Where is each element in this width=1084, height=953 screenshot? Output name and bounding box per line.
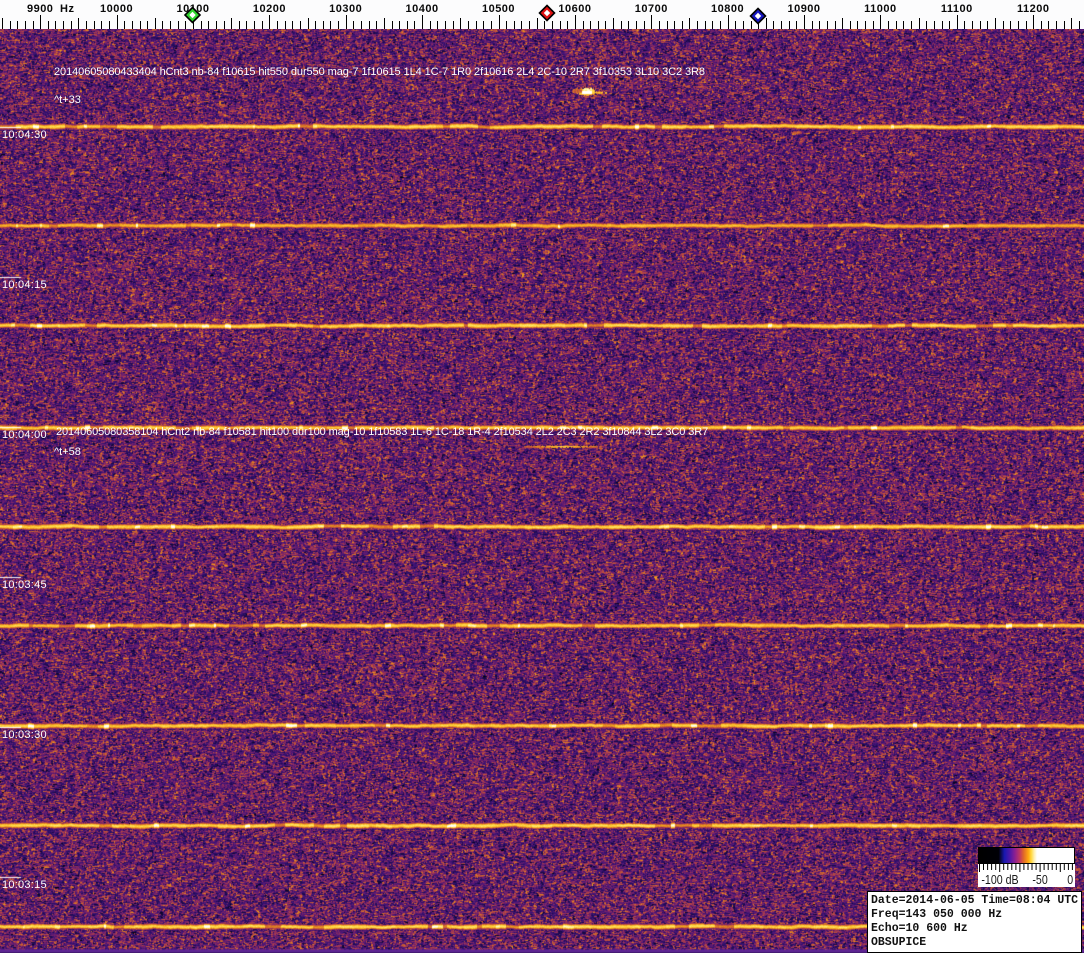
svg-text:11200: 11200 <box>1017 3 1049 15</box>
svg-text:0: 0 <box>1067 873 1073 887</box>
svg-text:-100 dB: -100 dB <box>981 873 1018 887</box>
svg-text:10200: 10200 <box>253 3 286 15</box>
svg-text:10900: 10900 <box>787 3 820 15</box>
svg-text:11000: 11000 <box>864 3 896 15</box>
svg-text:10800: 10800 <box>711 3 744 15</box>
svg-text:10500: 10500 <box>482 3 515 15</box>
svg-text:11100: 11100 <box>941 3 973 15</box>
svg-text:-50: -50 <box>1032 873 1047 887</box>
svg-text:Hz: Hz <box>60 3 74 15</box>
svg-text:10400: 10400 <box>406 3 439 15</box>
svg-text:9900: 9900 <box>27 3 53 15</box>
svg-text:10600: 10600 <box>558 3 591 15</box>
svg-text:10700: 10700 <box>635 3 668 15</box>
svg-text:10000: 10000 <box>100 3 133 15</box>
svg-text:10300: 10300 <box>329 3 362 15</box>
